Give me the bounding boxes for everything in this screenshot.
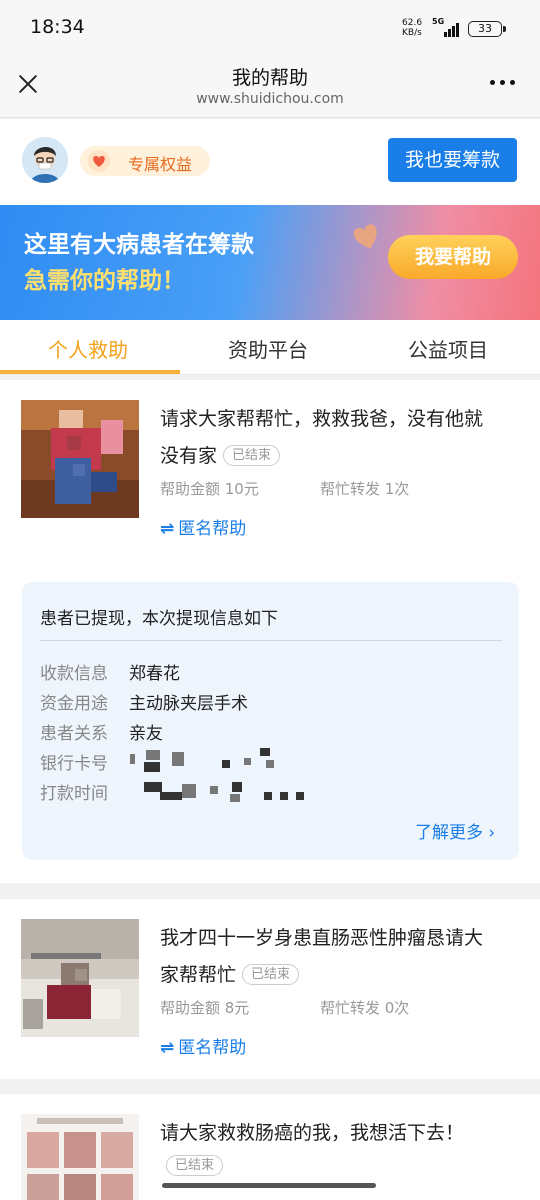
status-bar: 18:34 62.6 KB/s 5G 33 xyxy=(0,0,540,56)
swap-icon: ⇌ xyxy=(160,519,175,539)
share-count: 帮忙转发 1次 xyxy=(320,480,410,498)
heart-icon xyxy=(353,224,377,249)
exclusive-benefit-badge[interactable]: 专属权益 xyxy=(80,146,210,176)
status-time: 18:34 xyxy=(30,16,85,38)
banner-headline: 这里有大病患者在筹款 xyxy=(24,232,254,258)
campaign-title: 我才四十一岁身患直肠恶性肿瘤恳请大 家帮帮忙 已结束 xyxy=(160,920,510,994)
help-amount: 帮助金额 10元 xyxy=(160,480,259,498)
anonymous-help-label: 匿名帮助 xyxy=(178,519,247,539)
banner-subheadline: 急需你的帮助！ xyxy=(24,268,185,294)
payee-value: 郑春花 xyxy=(129,664,180,684)
relationship-label: 患者关系 xyxy=(40,724,108,744)
anonymous-help-label: 匿名帮助 xyxy=(178,1038,247,1058)
help-amount: 帮助金额 8元 xyxy=(160,999,250,1017)
divider xyxy=(40,640,502,641)
learn-more-link[interactable]: 了解更多 › xyxy=(415,818,495,843)
network-speed: 62.6 KB/s xyxy=(402,18,422,38)
withdrawal-title: 患者已提现，本次提现信息如下 xyxy=(40,609,278,629)
page-title: 我的帮助 xyxy=(231,67,308,89)
anonymous-help-link[interactable]: ⇌ 匿名帮助 xyxy=(160,1033,246,1058)
fund-usage-value: 主动脉夹层手术 xyxy=(129,694,248,714)
heart-icon xyxy=(88,150,110,172)
campaign-title: 请求大家帮帮忙，救救我爸，没有他就 没有家 已结束 xyxy=(160,401,510,475)
campaign-title-line1: 我才四十一岁身患直肠恶性肿瘤恳请大 xyxy=(160,927,484,949)
tab-charity-projects[interactable]: 公益项目 xyxy=(408,334,488,363)
status-badge: 已结束 xyxy=(223,445,281,466)
campaign-thumbnail xyxy=(21,400,139,518)
profile-row: 专属权益 我也要筹款 xyxy=(0,119,540,205)
help-record-card[interactable]: 我才四十一岁身患直肠恶性肿瘤恳请大 家帮帮忙 已结束 帮助金额 8元 帮忙转发 0… xyxy=(0,899,540,1079)
anonymous-help-link[interactable]: ⇌ 匿名帮助 xyxy=(160,514,246,539)
campaign-thumbnail xyxy=(21,919,139,1037)
battery-icon: 33 xyxy=(468,21,506,37)
tab-personal-aid[interactable]: 个人救助 xyxy=(48,334,128,363)
more-icon[interactable] xyxy=(488,80,518,88)
chevron-right-icon: › xyxy=(483,823,496,843)
campaign-thumbnail xyxy=(21,1114,139,1200)
nav-bar: 我的帮助 www.shuidichou.com xyxy=(0,56,540,118)
network-type: 5G xyxy=(432,17,445,26)
fund-usage-label: 资金用途 xyxy=(40,694,108,714)
status-badge: 已结束 xyxy=(242,964,300,985)
status-badge: 已结束 xyxy=(166,1155,224,1176)
share-count: 帮忙转发 0次 xyxy=(320,999,410,1017)
learn-more-label: 了解更多 xyxy=(415,823,483,843)
benefit-label: 专属权益 xyxy=(128,155,193,174)
i-want-to-help-button[interactable]: 我要帮助 xyxy=(388,235,518,279)
tab-funding-platform[interactable]: 资助平台 xyxy=(228,334,308,363)
page-url: www.shuidichou.com xyxy=(196,91,344,107)
bank-card-label: 银行卡号 xyxy=(40,754,108,774)
signal-icon: 5G xyxy=(432,17,462,37)
campaign-title-line2: 没有家 xyxy=(160,445,218,467)
network-speed-value: 62.6 xyxy=(402,18,423,28)
swap-icon: ⇌ xyxy=(160,1038,175,1058)
home-indicator[interactable] xyxy=(162,1183,376,1188)
payee-label: 收款信息 xyxy=(40,664,108,684)
active-tab-indicator xyxy=(0,370,180,374)
campaign-title-line1: 请求大家帮帮忙，救救我爸，没有他就 xyxy=(160,408,484,430)
campaign-title: 请大家救救肠癌的我，我想活下去！ xyxy=(160,1122,465,1144)
start-fundraising-button[interactable]: 我也要筹款 xyxy=(388,138,517,182)
avatar[interactable] xyxy=(22,137,68,183)
help-banner[interactable]: 这里有大病患者在筹款 急需你的帮助！ 我要帮助 xyxy=(0,205,540,320)
tab-bar: 个人救助 资助平台 公益项目 xyxy=(0,320,540,375)
campaign-title-line2: 家帮帮忙 xyxy=(160,964,237,986)
relationship-value: 亲友 xyxy=(129,724,163,744)
network-speed-unit: KB/s xyxy=(402,28,422,38)
status-badge-wrap: 已结束 xyxy=(160,1155,224,1176)
withdrawal-info-box: 患者已提现，本次提现信息如下 收款信息 郑春花 资金用途 主动脉夹层手术 患者关… xyxy=(22,582,519,860)
transfer-time-label: 打款时间 xyxy=(40,784,108,804)
